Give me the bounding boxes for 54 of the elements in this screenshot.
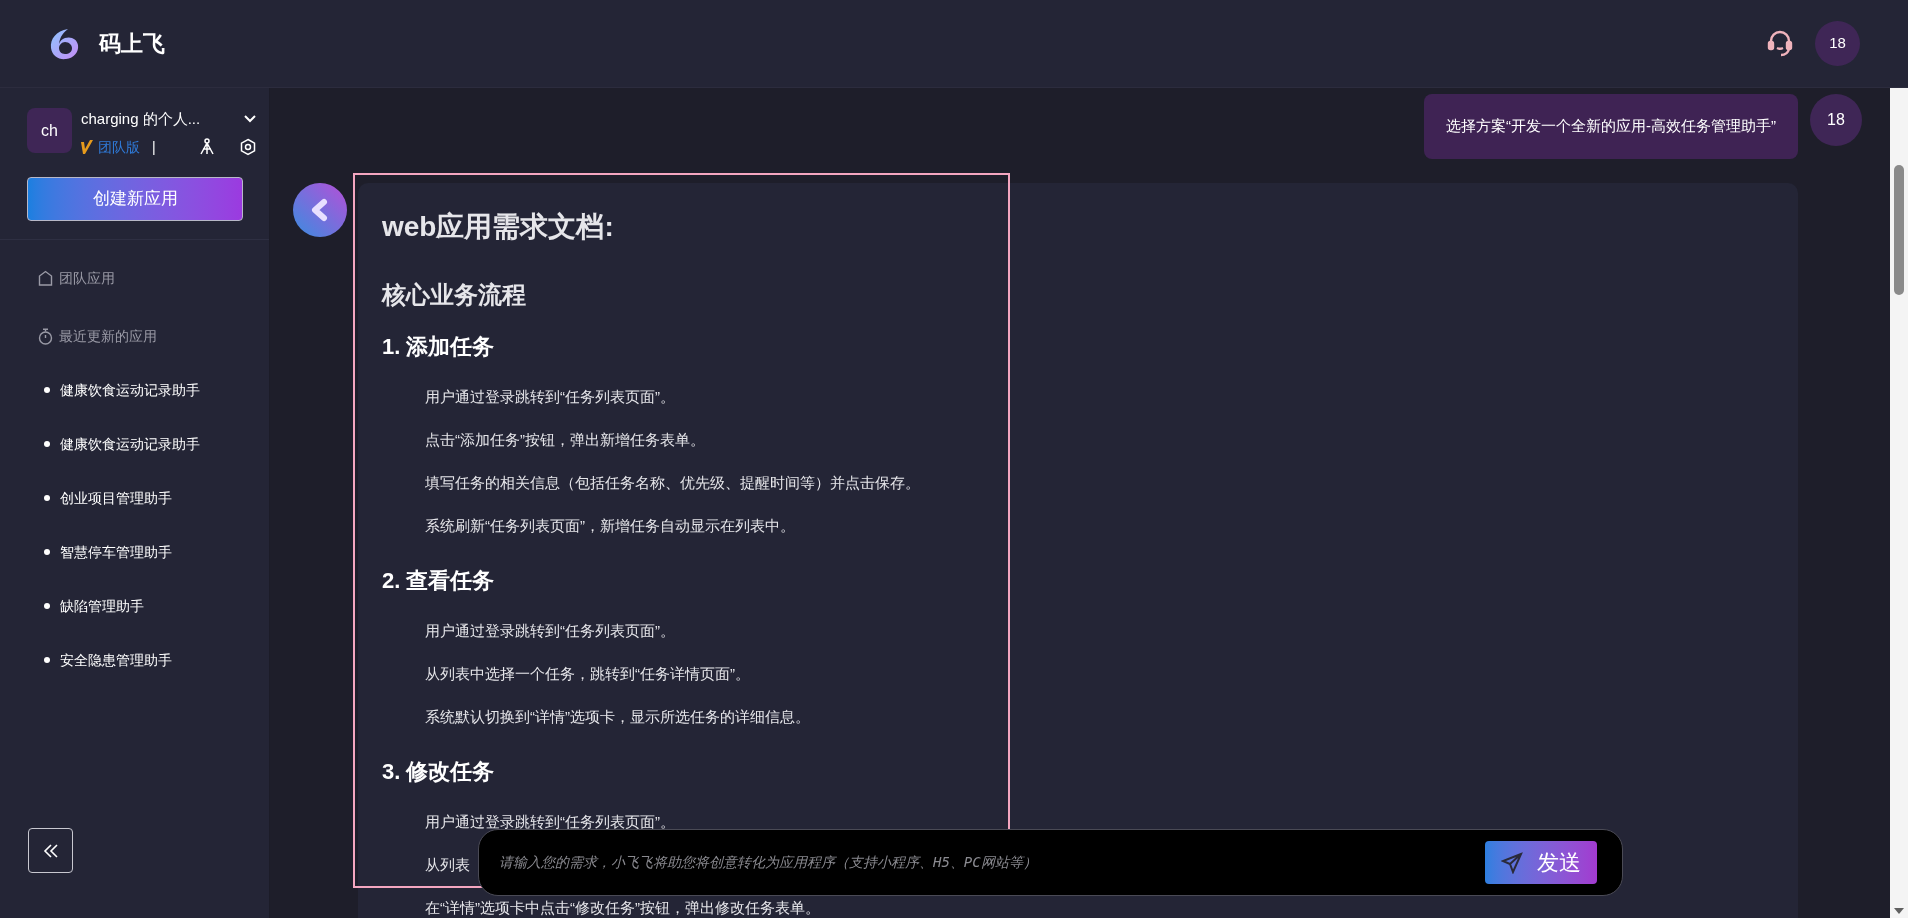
step-text: 填写任务的相关信息（包括任务名称、优先级、提醒时间等）并点击保存。 bbox=[425, 474, 920, 491]
step-text: 在“详情”选项卡中点击“修改任务”按钮，弹出修改任务表单。 bbox=[425, 899, 820, 916]
step-text: 系统刷新“任务列表页面”，新增任务自动显示在列表中。 bbox=[425, 517, 795, 534]
recent-app-item[interactable]: 安全隐患管理助手 bbox=[60, 649, 172, 671]
timer-icon bbox=[38, 327, 53, 345]
bullet-icon bbox=[44, 657, 50, 663]
collapse-button[interactable] bbox=[28, 828, 73, 873]
bullet-icon bbox=[44, 603, 50, 609]
section-heading: 核心业务流程 bbox=[382, 281, 526, 308]
doc-title: web应用需求文档: bbox=[382, 211, 614, 242]
step-text: 系统默认切换到“详情”选项卡，显示所选任务的详细信息。 bbox=[425, 708, 810, 725]
step-text: 从列表 bbox=[425, 856, 470, 873]
workspace-avatar: ch bbox=[27, 108, 72, 153]
bullet-icon bbox=[44, 495, 50, 501]
scroll-down-arrow-icon[interactable] bbox=[1894, 908, 1904, 914]
bullet-icon bbox=[44, 387, 50, 393]
separator-text: | bbox=[152, 137, 156, 157]
v-badge-icon bbox=[81, 140, 93, 154]
network-icon[interactable] bbox=[198, 138, 216, 156]
headset-icon[interactable] bbox=[1766, 29, 1794, 58]
scrollbar-thumb[interactable] bbox=[1894, 165, 1904, 295]
recent-app-item[interactable]: 健康饮食运动记录助手 bbox=[60, 379, 200, 401]
recent-app-item[interactable]: 创业项目管理助手 bbox=[60, 487, 172, 509]
scrollbar[interactable] bbox=[1890, 88, 1908, 918]
edition-label[interactable]: 团队版 bbox=[98, 136, 140, 158]
user-avatar: 18 bbox=[1810, 94, 1862, 146]
step-text: 用户通过登录跳转到“任务列表页面”。 bbox=[425, 622, 675, 639]
bullet-icon bbox=[44, 441, 50, 447]
user-message-bubble: 选择方案“开发一个全新的应用-高效任务管理助手” bbox=[1424, 94, 1798, 159]
bot-avatar-icon bbox=[293, 183, 347, 237]
step-heading: 1. 添加任务 bbox=[382, 334, 495, 359]
send-button[interactable]: 发送 bbox=[1485, 841, 1597, 884]
home-icon bbox=[38, 270, 53, 286]
step-heading: 2. 查看任务 bbox=[382, 568, 495, 593]
prompt-input[interactable]: 请输入您的需求，小飞飞将助您将创意转化为应用程序（支持小程序、H5、PC网站等） 发送 bbox=[478, 829, 1623, 896]
step-text: 点击“添加任务”按钮，弹出新增任务表单。 bbox=[425, 431, 705, 448]
step-text: 用户通过登录跳转到“任务列表页面”。 bbox=[425, 813, 675, 830]
recent-app-item[interactable]: 智慧停车管理助手 bbox=[60, 541, 172, 563]
step-heading: 3. 修改任务 bbox=[382, 759, 495, 784]
nav-item[interactable]: 最近更新的应用 bbox=[59, 325, 157, 347]
bullet-icon bbox=[44, 549, 50, 555]
chevron-down-icon[interactable] bbox=[243, 114, 257, 125]
user-avatar[interactable]: 18 bbox=[1815, 21, 1860, 66]
nav-item[interactable]: 团队应用 bbox=[59, 267, 115, 289]
app-title: 码上飞 bbox=[99, 30, 165, 58]
send-icon bbox=[1501, 851, 1523, 874]
step-text: 从列表中选择一个任务，跳转到“任务详情页面”。 bbox=[425, 665, 750, 682]
settings-icon[interactable] bbox=[239, 138, 257, 156]
step-text: 用户通过登录跳转到“任务列表页面”。 bbox=[425, 388, 675, 405]
create-app-button[interactable]: 创建新应用 bbox=[27, 176, 243, 221]
workspace-name[interactable]: charging 的个人... bbox=[81, 108, 201, 131]
recent-app-item[interactable]: 健康饮食运动记录助手 bbox=[60, 433, 200, 455]
double-chevron-left-icon bbox=[42, 842, 59, 859]
recent-app-item[interactable]: 缺陷管理助手 bbox=[60, 595, 144, 617]
